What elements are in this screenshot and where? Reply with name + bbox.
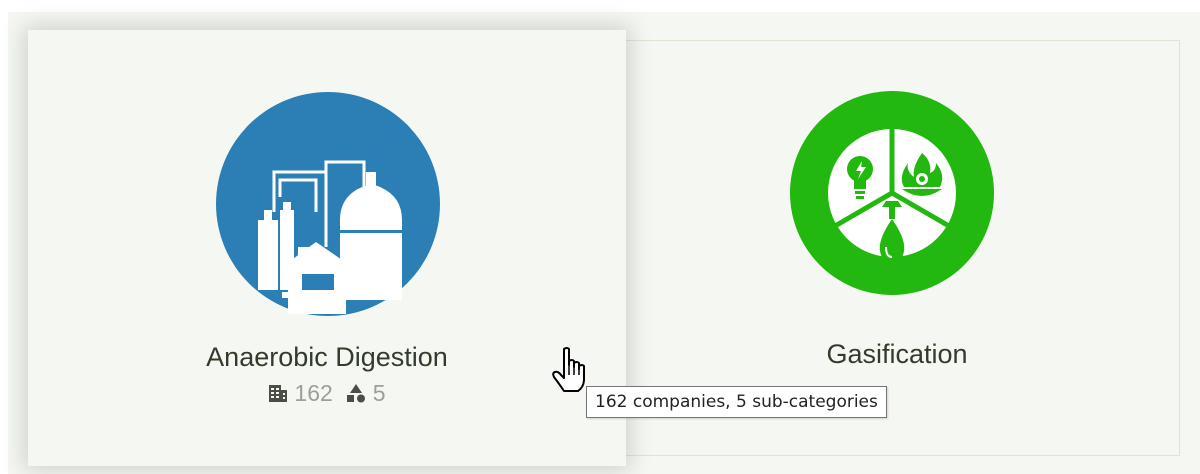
category-grid: Anaerobic Digestion 162 5 Gasification 1…: [0, 0, 1200, 474]
shapes-icon: [345, 382, 367, 409]
tooltip: 162 companies, 5 sub-categories: [586, 386, 887, 418]
card-stats: 162 5: [28, 380, 626, 409]
top-strip: [0, 0, 1200, 12]
category-card-anaerobic-digestion[interactable]: Anaerobic Digestion 162 5: [28, 30, 626, 466]
subcategories-count: 5: [372, 380, 386, 406]
gasification-icon: [790, 91, 994, 295]
card-title: Anaerobic Digestion: [206, 342, 448, 372]
companies-count: 162: [294, 380, 333, 406]
hand-pointer-cursor-icon: [548, 345, 588, 393]
building-icon: [268, 382, 288, 409]
biogas-plant-icon: [216, 92, 440, 316]
card-title: Gasification: [826, 339, 968, 369]
